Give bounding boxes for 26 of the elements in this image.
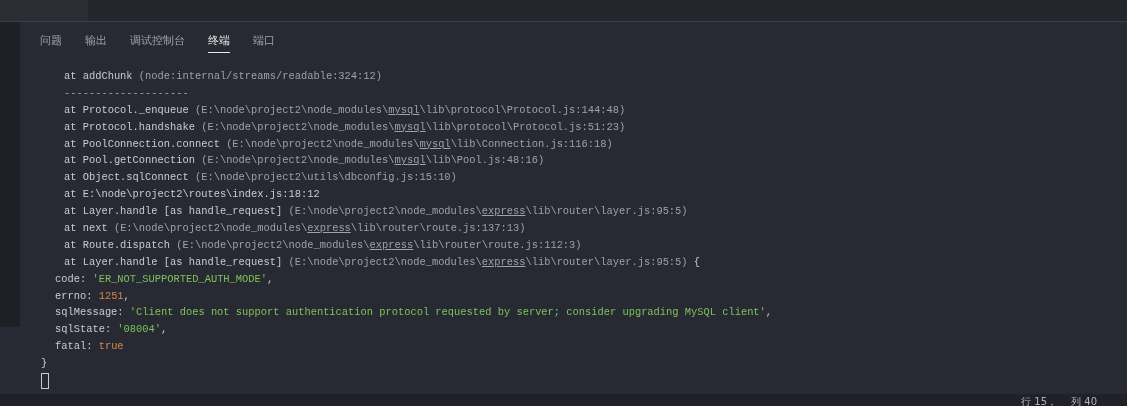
- terminal-line: at Pool.getConnection (E:\node\project2\node_modules\mysql\lib\Pool.js:48:16): [63, 153, 546, 169]
- status-item[interactable]: 列 40: [1071, 396, 1097, 406]
- terminal-cursor: [41, 373, 49, 390]
- terminal-line: at Layer.handle [as handle_request] (E:\node\project2\node_modules\express\lib\router\layer.js:95:5) {: [63, 254, 702, 270]
- terminal-line: --------------------: [63, 85, 190, 101]
- terminal-line: at PoolConnection.connect (E:\node\project2\node_modules\mysql\lib\Connection.js:116:18): [63, 136, 614, 152]
- terminal-line: at Protocol._enqueue (E:\node\project2\node_modules\mysql\lib\protocol\Protocol.js:144:48): [63, 102, 627, 118]
- panel-tab[interactable]: 问题: [40, 27, 62, 53]
- terminal-line: }: [40, 356, 49, 372]
- terminal-line: sqlMessage: 'Client does not support authentication protocol requested by server; consider upgrading MySQL client',: [54, 305, 774, 321]
- panel-tab[interactable]: 终端: [208, 27, 230, 53]
- terminal-line: code: 'ER_NOT_SUPPORTED_AUTH_MODE',: [54, 271, 275, 287]
- terminal-line: sqlState: '08004',: [54, 322, 169, 338]
- terminal-line: at Object.sqlConnect (E:\node\project2\utils\dbconfig.js:15:10): [63, 170, 458, 186]
- terminal-line: at Route.dispatch (E:\node\project2\node_modules\express\lib\router\route.js:112:3): [63, 237, 583, 253]
- panel-tab[interactable]: 端口: [253, 27, 275, 53]
- status-item[interactable]: 行 15，: [1021, 396, 1058, 406]
- terminal-line: at E:\node\project2\routes\index.js:18:12: [63, 187, 321, 203]
- terminal-line: at Protocol.handshake (E:\node\project2\node_modules\mysql\lib\protocol\Protocol.js:51:23): [63, 119, 627, 135]
- terminal-line: at addChunk (node:internal/streams/readable:324:12): [63, 69, 383, 84]
- panel-tab[interactable]: 输出: [85, 27, 107, 53]
- panel-tab[interactable]: 调试控制台: [130, 27, 185, 53]
- terminal-line: at Layer.handle [as handle_request] (E:\node\project2\node_modules\express\lib\router\layer.js:95:5): [63, 204, 689, 220]
- terminal-line: fatal: true: [54, 339, 125, 355]
- terminal-line: at next (E:\node\project2\node_modules\express\lib\router\route.js:137:13): [63, 221, 527, 236]
- terminal-line: errno: 1251,: [54, 288, 131, 304]
